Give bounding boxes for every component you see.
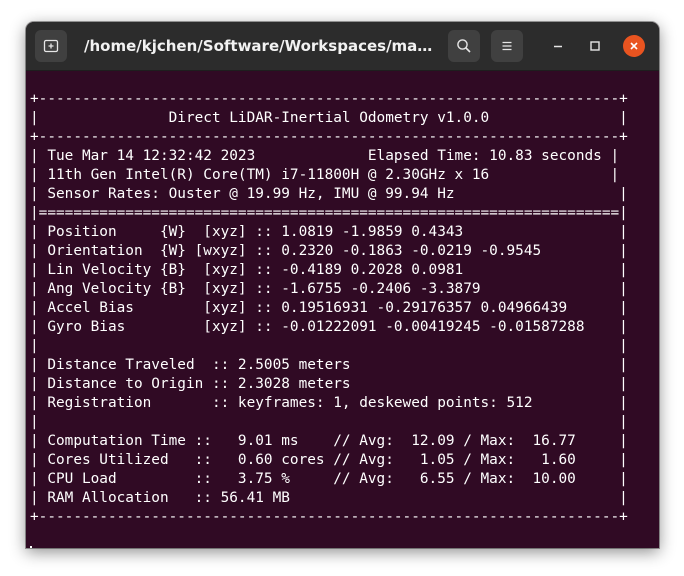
maximize-button[interactable]: [583, 34, 607, 58]
window-title: /home/kjchen/Software/Workspaces/main/sr…: [84, 37, 434, 55]
computation-time-line: | Computation Time :: 9.01 ms // Avg: 12…: [30, 433, 628, 449]
sensor-rates-line: | Sensor Rates: Ouster @ 19.99 Hz, IMU @…: [30, 186, 628, 202]
ang-velocity-line: | Ang Velocity {B} [xyz] :: -1.6755 -0.2…: [30, 281, 628, 297]
dashboard-bottom-border: +---------------------------------------…: [30, 509, 628, 525]
terminal-area[interactable]: +---------------------------------------…: [26, 71, 659, 548]
ram-allocation-line: | RAM Allocation :: 56.41 MB |: [30, 490, 628, 506]
registration-line: | Registration :: keyframes: 1, deskewed…: [30, 395, 628, 411]
section-divider: |=======================================…: [30, 205, 628, 221]
blank-line: | |: [30, 414, 628, 430]
new-tab-button[interactable]: [35, 30, 67, 62]
distance-to-origin-line: | Distance to Origin :: 2.3028 meters |: [30, 376, 628, 392]
cores-utilized-line: | Cores Utilized :: 0.60 cores // Avg: 1…: [30, 452, 628, 468]
lin-velocity-line: | Lin Velocity {B} [xyz] :: -0.4189 0.20…: [30, 262, 628, 278]
close-button[interactable]: [623, 35, 645, 57]
hamburger-menu-icon: [502, 41, 512, 51]
position-line: | Position {W} [xyz] :: 1.0819 -1.9859 0…: [30, 224, 628, 240]
distance-traveled-line: | Distance Traveled :: 2.5005 meters |: [30, 357, 628, 373]
dashboard-title-line: | Direct LiDAR-Inertial Odometry v1.0.0 …: [30, 110, 628, 126]
cpu-info-line: | 11th Gen Intel(R) Core(TM) i7-11800H @…: [30, 167, 620, 183]
dashboard-title-border: +---------------------------------------…: [30, 129, 628, 145]
cpu-load-line: | CPU Load :: 3.75 % // Avg: 6.55 / Max:…: [30, 471, 628, 487]
menu-button[interactable]: [491, 30, 523, 62]
close-icon: [630, 42, 638, 50]
minimize-button[interactable]: [546, 34, 570, 58]
gyro-bias-line: | Gyro Bias [xyz] :: -0.01222091 -0.0041…: [30, 319, 628, 335]
maximize-icon: [590, 41, 600, 51]
text-cursor: [30, 546, 32, 548]
dashboard-top-border: +---------------------------------------…: [30, 91, 628, 107]
orientation-line: | Orientation {W} [wxyz] :: 0.2320 -0.18…: [30, 243, 628, 259]
minimize-icon: [554, 45, 562, 48]
blank-line: | |: [30, 338, 628, 354]
timestamp-elapsed-line: | Tue Mar 14 12:32:42 2023 Elapsed Time:…: [30, 148, 620, 164]
title-bar[interactable]: /home/kjchen/Software/Workspaces/main/sr…: [26, 22, 659, 71]
terminal-output: +---------------------------------------…: [30, 90, 628, 527]
accel-bias-line: | Accel Bias [xyz] :: 0.19516931 -0.2917…: [30, 300, 628, 316]
terminal-window: /home/kjchen/Software/Workspaces/main/sr…: [26, 22, 659, 548]
search-icon: [457, 39, 471, 53]
new-tab-icon: [43, 39, 59, 53]
search-button[interactable]: [448, 30, 480, 62]
